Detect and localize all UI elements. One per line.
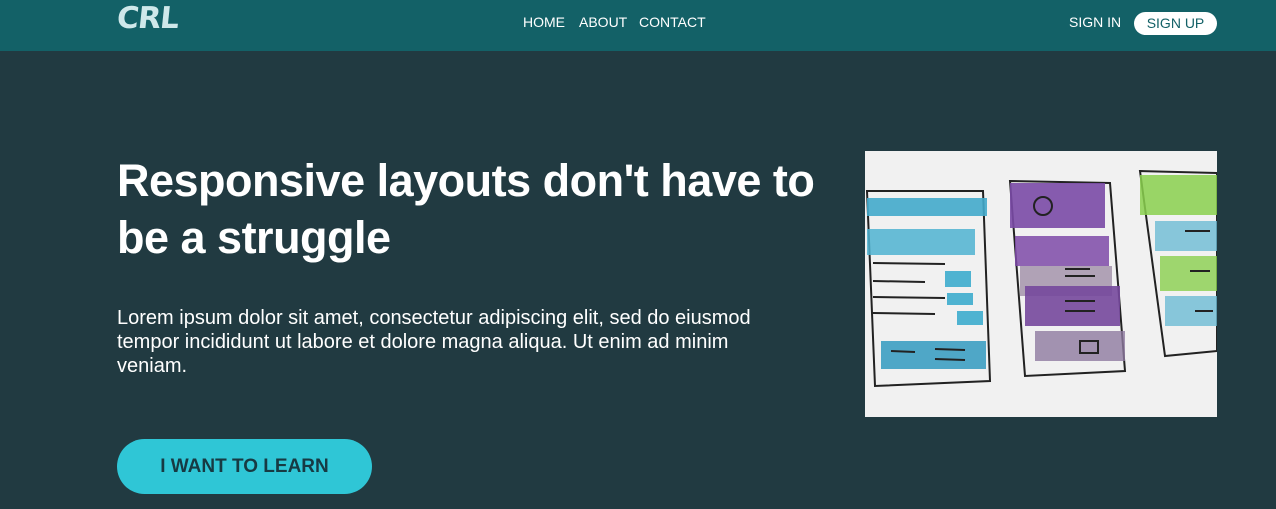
top-navigation-bar: CRL HOME ABOUT CONTACT SIGN IN SIGN UP — [0, 0, 1276, 51]
sign-in-link[interactable]: SIGN IN — [1069, 14, 1121, 30]
hero-title: Responsive layouts don't have to be a st… — [117, 155, 815, 263]
sign-up-button[interactable]: SIGN UP — [1134, 12, 1217, 35]
wireframe-sketch-illustration — [865, 151, 1217, 417]
nav-contact-link[interactable]: CONTACT — [639, 14, 706, 30]
nav-about-link[interactable]: ABOUT — [579, 14, 627, 30]
learn-cta-button[interactable]: I WANT TO LEARN — [117, 439, 372, 494]
nav-home-link[interactable]: HOME — [523, 14, 565, 30]
main-navigation: HOME ABOUT CONTACT SIGN IN — [0, 14, 1276, 34]
hero-description: Lorem ipsum dolor sit amet, consectetur … — [117, 307, 751, 377]
wireframe-sketch-image — [865, 151, 1217, 417]
